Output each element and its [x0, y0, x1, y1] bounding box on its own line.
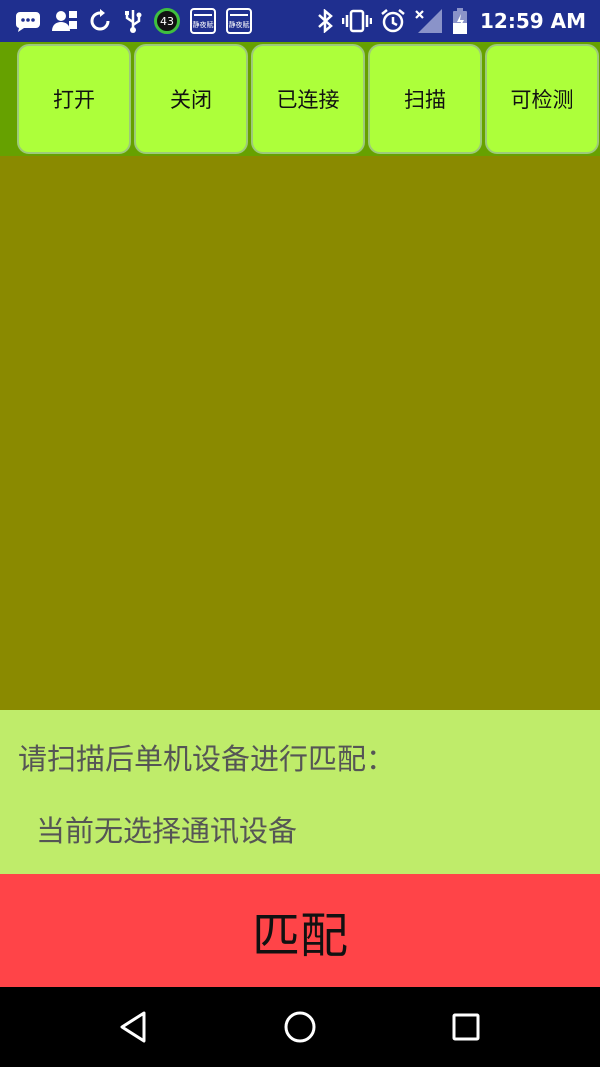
signal-icon [414, 8, 444, 34]
alarm-icon [380, 8, 406, 34]
connected-button[interactable]: 已连接 [251, 44, 365, 154]
user-upload-icon [52, 9, 78, 33]
open-button[interactable]: 打开 [17, 44, 131, 154]
instruction-text: 请扫描后单机设备进行匹配： [18, 742, 396, 776]
usb-icon [122, 8, 144, 34]
calendar-icon: 静夜赋 [190, 8, 216, 34]
clock-time: 12:59 AM [479, 9, 586, 33]
calendar-icon: 静夜赋 [226, 8, 252, 34]
device-list[interactable] [0, 156, 600, 710]
bluetooth-icon [316, 9, 334, 33]
device-status-text: 当前无选择通讯设备 [36, 814, 298, 848]
back-icon[interactable] [111, 1005, 155, 1049]
recents-icon[interactable] [444, 1005, 488, 1049]
vibrate-icon [341, 9, 372, 33]
battery-icon [452, 8, 468, 34]
pair-button[interactable]: 匹配 [0, 874, 600, 987]
info-panel: 请扫描后单机设备进行匹配： 当前无选择通讯设备 [0, 710, 600, 874]
chat-icon [14, 10, 42, 32]
home-icon[interactable] [278, 1005, 322, 1049]
status-bar: 43 静夜赋 静夜赋 12:59 AM [0, 0, 600, 42]
scan-button[interactable]: 扫描 [368, 44, 482, 154]
discoverable-button[interactable]: 可检测 [485, 44, 599, 154]
close-button[interactable]: 关闭 [134, 44, 248, 154]
action-toolbar: 打开 关闭 已连接 扫描 可检测 [0, 42, 600, 156]
counter-badge: 43 [154, 8, 180, 34]
navigation-bar [0, 987, 600, 1067]
sync-icon [88, 9, 112, 33]
